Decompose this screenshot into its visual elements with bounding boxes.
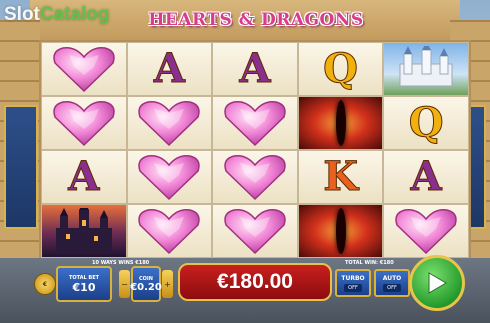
heart-gem-symbol (41, 42, 127, 96)
watermark-part1: Slot (4, 4, 40, 25)
coin-decrease-button[interactable]: − (119, 270, 130, 298)
letter-a-glyph: A (410, 153, 442, 200)
heart-gem-symbol (212, 204, 298, 258)
heart-gem-symbol (126, 96, 213, 150)
reel-grid: AAQQAKA (39, 40, 471, 260)
letter-q-glyph: Q (323, 45, 359, 92)
letter-a-symbol: A (41, 150, 127, 204)
letter-a-symbol: A (383, 150, 469, 204)
heart-gem-symbol (383, 204, 469, 258)
auto-value: OFF (383, 283, 401, 292)
letter-q-glyph: Q (408, 99, 444, 146)
auto-toggle[interactable]: AUTO OFF (374, 269, 410, 297)
total-bet-value: €10 (72, 280, 96, 294)
turbo-label: TURBO (341, 274, 365, 282)
coin-display: COIN €0.20 (130, 266, 162, 302)
letter-a-glyph: A (68, 153, 100, 200)
turbo-toggle[interactable]: TURBO OFF (335, 269, 371, 297)
watermark: Slot Catalog (4, 4, 110, 26)
total-win-text: TOTAL WIN: €180 (345, 260, 394, 266)
heart-gem-symbol (126, 204, 213, 258)
total-bet-display[interactable]: TOTAL BET €10 (56, 266, 112, 302)
letter-a-glyph: A (153, 45, 185, 92)
dark-castle-symbol (41, 204, 127, 258)
coin-stack-icon: € (34, 273, 56, 295)
dragon-eye-symbol (297, 204, 384, 258)
letter-a-glyph: A (239, 45, 271, 92)
letter-a-symbol: A (126, 42, 213, 96)
letter-k-symbol: K (297, 150, 384, 204)
letter-q-symbol: Q (297, 42, 384, 96)
letter-k-glyph: K (323, 153, 359, 200)
heart-gem-symbol (212, 96, 298, 150)
dragon-pupil (335, 208, 346, 254)
letter-a-symbol: A (212, 42, 298, 96)
game-logo: HEARTS & DRAGONS (148, 10, 364, 30)
turbo-value: OFF (344, 283, 362, 292)
heart-gem-symbol (212, 150, 298, 204)
heart-gem-symbol (126, 150, 213, 204)
coin-increase-button[interactable]: + (162, 270, 173, 298)
watermark-part2: Catalog (39, 4, 110, 25)
white-castle-symbol (383, 42, 469, 96)
win-amount-display: €180.00 (178, 263, 332, 301)
play-icon (428, 272, 447, 294)
dragon-eye-symbol (297, 96, 384, 150)
left-banner (4, 105, 38, 229)
heart-gem-symbol (41, 96, 127, 150)
coin-value: €0.20 (130, 281, 162, 293)
dragon-pupil (335, 100, 346, 146)
letter-q-symbol: Q (383, 96, 469, 150)
auto-label: AUTO (382, 274, 402, 282)
spin-button[interactable] (409, 255, 465, 311)
